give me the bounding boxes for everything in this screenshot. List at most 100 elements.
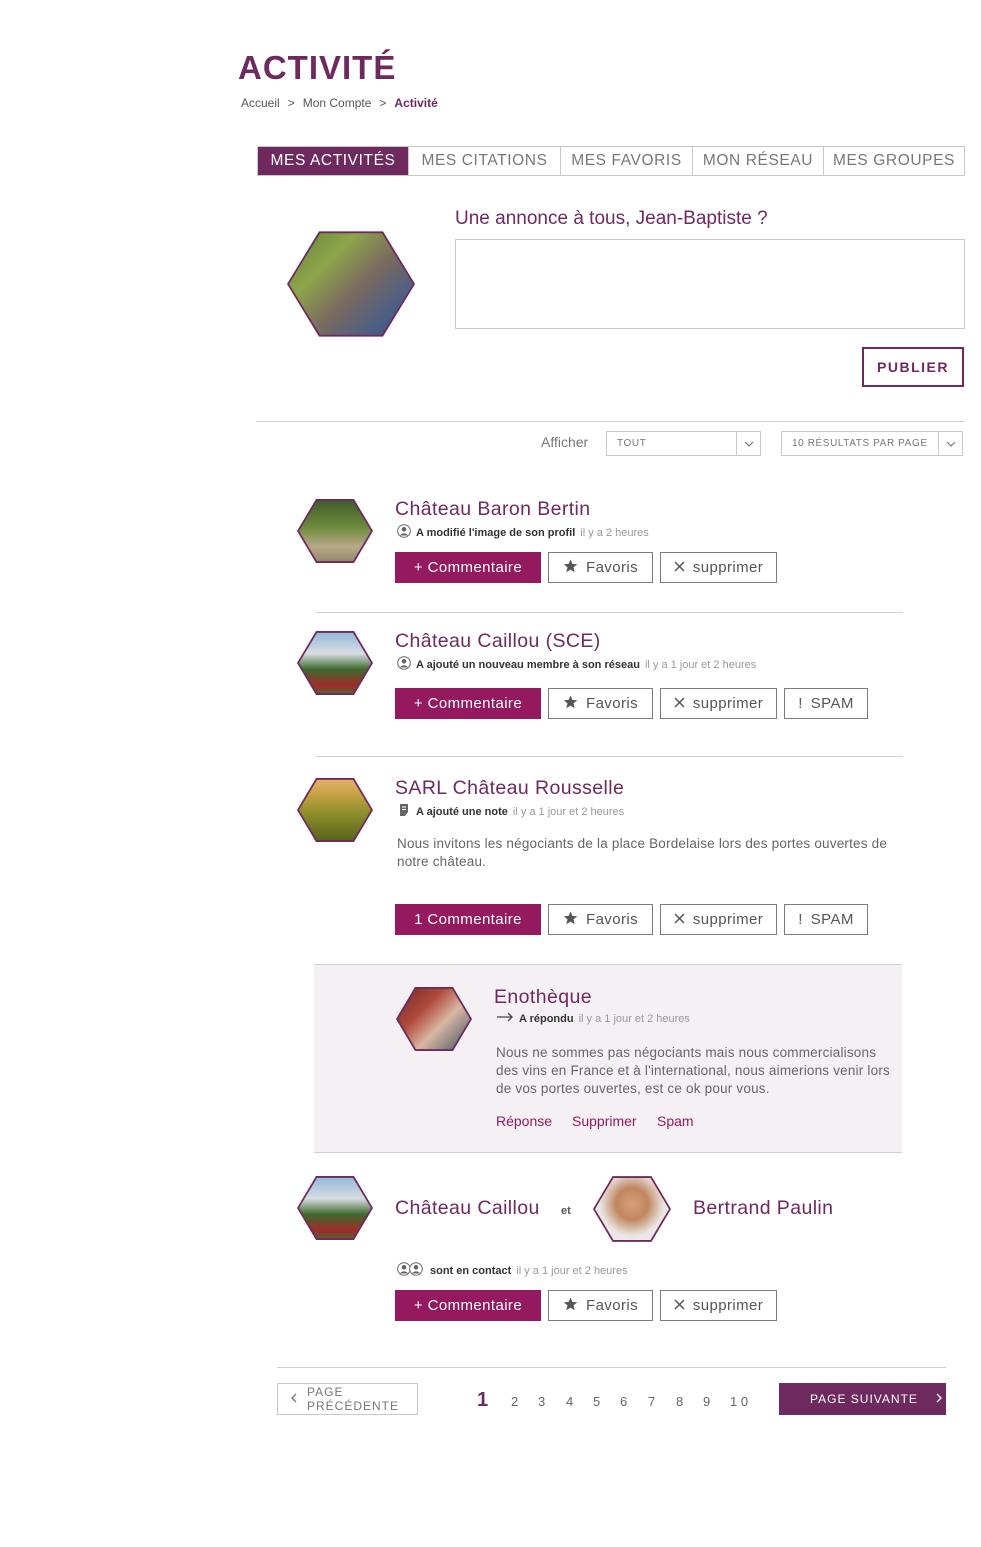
previous-page-button[interactable]: PAGE PRÉCÉDENTE bbox=[277, 1383, 418, 1415]
tab-mes-citations[interactable]: MES CITATIONS bbox=[409, 147, 561, 175]
type-select[interactable]: TOUT bbox=[606, 431, 761, 456]
per-page-select-value: 10 RÉSULTATS PAR PAGE bbox=[792, 438, 928, 449]
star-icon bbox=[563, 559, 578, 577]
activity-time: il y a 1 jour et 2 heures bbox=[516, 1264, 628, 1277]
type-select-value: TOUT bbox=[617, 438, 647, 449]
page-number-current[interactable]: 1 bbox=[477, 1389, 488, 1412]
spam-button[interactable]: ! SPAM bbox=[784, 904, 868, 935]
delete-link[interactable]: Supprimer bbox=[572, 1113, 637, 1129]
page-number[interactable]: 2 bbox=[511, 1394, 518, 1409]
entity-avatar[interactable] bbox=[297, 497, 373, 565]
exclamation-icon: ! bbox=[798, 695, 803, 712]
entity-name[interactable]: Château Caillou bbox=[395, 1197, 540, 1220]
reply-link[interactable]: Réponse bbox=[496, 1113, 552, 1129]
activity-time: il y a 1 jour et 2 heures bbox=[512, 805, 625, 818]
close-icon bbox=[674, 695, 685, 712]
user-avatar bbox=[287, 228, 415, 340]
delete-button[interactable]: supprimer bbox=[660, 904, 777, 935]
breadcrumb-separator: > bbox=[287, 96, 295, 110]
activity-action: sont en contact bbox=[430, 1264, 512, 1277]
favorite-button[interactable]: Favoris bbox=[548, 1290, 653, 1321]
entity-avatar[interactable] bbox=[297, 1174, 373, 1242]
comment-button[interactable]: 1 Commentaire bbox=[395, 904, 541, 935]
comment-button-label: 1 Commentaire bbox=[414, 911, 522, 928]
page-number[interactable]: 6 bbox=[620, 1394, 627, 1409]
activity-time: il y a 1 jour et 2 heures bbox=[644, 658, 757, 671]
divider bbox=[314, 1152, 902, 1153]
page-number[interactable]: 7 bbox=[648, 1394, 655, 1409]
tab-mes-activites[interactable]: MES ACTIVITÉS bbox=[258, 147, 409, 175]
divider bbox=[277, 1367, 946, 1368]
breadcrumb-account[interactable]: Mon Compte bbox=[303, 96, 372, 110]
delete-button-label: supprimer bbox=[692, 911, 764, 928]
activity-meta: sont en contact il y a 1 jour et 2 heure… bbox=[397, 1262, 628, 1279]
person-avatar[interactable] bbox=[593, 1174, 671, 1244]
tab-mes-groupes[interactable]: MES GROUPES bbox=[824, 147, 964, 175]
next-page-label: PAGE SUIVANTE bbox=[810, 1392, 918, 1406]
divider bbox=[316, 756, 903, 757]
reply-time: il y a 1 jour et 2 heures bbox=[578, 1012, 690, 1025]
close-icon bbox=[674, 1297, 685, 1314]
entity-avatar[interactable] bbox=[297, 776, 373, 844]
star-icon bbox=[563, 1297, 578, 1315]
entity-name[interactable]: SARL Château Rousselle bbox=[395, 777, 624, 800]
close-icon bbox=[674, 559, 685, 576]
per-page-select[interactable]: 10 RÉSULTATS PAR PAGE bbox=[781, 431, 963, 456]
favorite-button[interactable]: Favoris bbox=[548, 552, 653, 583]
person-name[interactable]: Bertrand Paulin bbox=[693, 1197, 833, 1220]
breadcrumb-home[interactable]: Accueil bbox=[241, 96, 280, 110]
publish-button[interactable]: PUBLIER bbox=[862, 347, 964, 387]
divider bbox=[256, 421, 964, 422]
previous-page-label: PAGE PRÉCÉDENTE bbox=[307, 1385, 400, 1413]
favorite-button[interactable]: Favoris bbox=[548, 904, 653, 935]
star-icon bbox=[563, 695, 578, 713]
announcement-input[interactable] bbox=[455, 239, 965, 329]
spam-link[interactable]: Spam bbox=[657, 1113, 694, 1129]
breadcrumb-current: Activité bbox=[394, 96, 438, 110]
arrow-right-icon bbox=[496, 1012, 514, 1025]
divider bbox=[316, 612, 903, 613]
user-icon bbox=[397, 656, 411, 673]
reply-avatar[interactable] bbox=[396, 985, 472, 1053]
page-number[interactable]: 1 0 bbox=[730, 1394, 748, 1409]
delete-button[interactable]: supprimer bbox=[660, 688, 777, 719]
activity-action: A ajouté une note bbox=[416, 805, 508, 818]
comment-button[interactable]: + Commentaire bbox=[395, 552, 541, 583]
reply-action: A répondu bbox=[519, 1012, 574, 1025]
breadcrumb-separator: > bbox=[379, 96, 387, 110]
page-number[interactable]: 4 bbox=[566, 1394, 573, 1409]
close-icon bbox=[674, 911, 685, 928]
next-page-button[interactable]: PAGE SUIVANTE bbox=[779, 1383, 946, 1415]
delete-button-label: supprimer bbox=[692, 559, 764, 576]
entity-name[interactable]: Château Baron Bertin bbox=[395, 498, 591, 521]
spam-button-label: SPAM bbox=[810, 695, 854, 712]
page-number[interactable]: 3 bbox=[538, 1394, 545, 1409]
comment-button[interactable]: + Commentaire bbox=[395, 688, 541, 719]
page-number[interactable]: 5 bbox=[593, 1394, 600, 1409]
page-number[interactable]: 9 bbox=[703, 1394, 710, 1409]
chevron-left-icon bbox=[291, 1392, 297, 1406]
breadcrumb: Accueil > Mon Compte > Activité bbox=[241, 96, 446, 110]
favorite-button-label: Favoris bbox=[586, 911, 638, 928]
comment-button[interactable]: + Commentaire bbox=[395, 1290, 541, 1321]
page-number[interactable]: 8 bbox=[676, 1394, 683, 1409]
user-icon bbox=[397, 524, 411, 541]
reply-author[interactable]: Enothèque bbox=[494, 986, 592, 1009]
entity-name[interactable]: Château Caillou (SCE) bbox=[395, 630, 601, 653]
tab-mon-reseau[interactable]: MON RÉSEAU bbox=[693, 147, 824, 175]
favorite-button[interactable]: Favoris bbox=[548, 688, 653, 719]
note-icon bbox=[397, 803, 411, 820]
favorite-button-label: Favoris bbox=[586, 559, 638, 576]
entity-avatar[interactable] bbox=[297, 629, 373, 697]
activity-meta: A ajouté un nouveau membre à son réseau … bbox=[397, 656, 756, 673]
activity-action: A modifié l'image de son profil bbox=[416, 526, 576, 539]
favorite-button-label: Favoris bbox=[586, 1297, 638, 1314]
tab-mes-favoris[interactable]: MES FAVORIS bbox=[561, 147, 693, 175]
spam-button[interactable]: ! SPAM bbox=[784, 688, 868, 719]
comment-button-label: + Commentaire bbox=[413, 1297, 523, 1314]
exclamation-icon: ! bbox=[798, 911, 803, 928]
chevron-down-icon bbox=[736, 432, 760, 455]
delete-button[interactable]: supprimer bbox=[660, 552, 777, 583]
star-icon bbox=[563, 911, 578, 929]
delete-button[interactable]: supprimer bbox=[660, 1290, 777, 1321]
